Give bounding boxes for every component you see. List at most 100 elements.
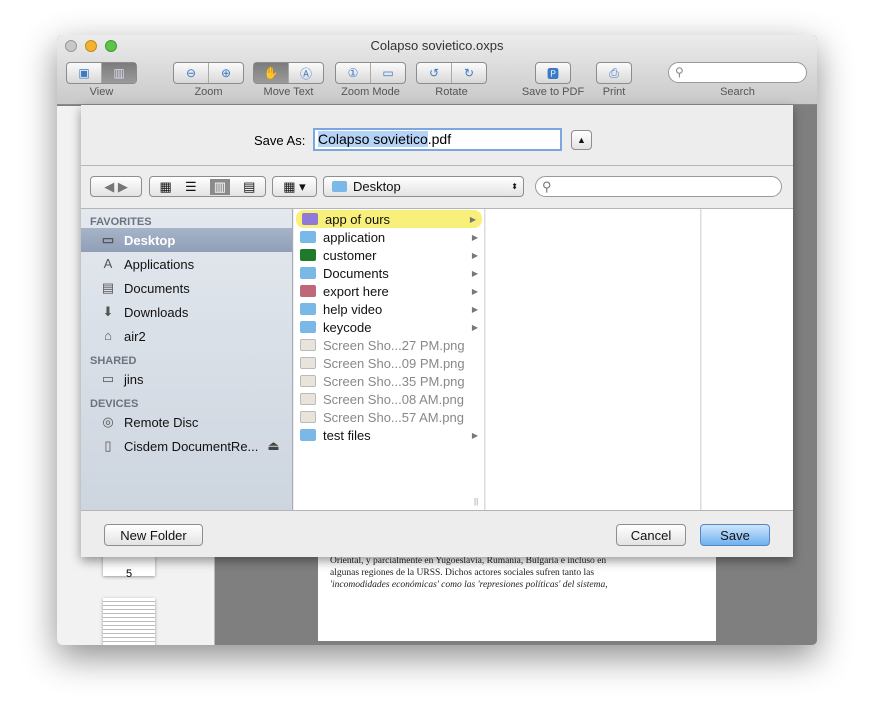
sidebar-item-documents[interactable]: ▤ Documents (81, 276, 292, 300)
fit-width-icon[interactable]: ▭ (371, 63, 405, 83)
file-list-item[interactable]: Screen Sho...27 PM.png (294, 336, 484, 354)
column-view-icon[interactable]: ▥ (209, 178, 231, 195)
folder-icon (300, 267, 316, 279)
back-forward-control[interactable]: ◀ ▶ (90, 176, 142, 197)
printer-icon: ⎙ (609, 65, 619, 80)
sidebar-item-air2[interactable]: ⌂ air2 (81, 324, 292, 348)
folder-icon (300, 249, 316, 261)
file-list-item[interactable]: export here ▶ (294, 282, 484, 300)
filename-input[interactable]: Colapso sovietico.pdf (313, 128, 562, 151)
sidebar-item-downloads[interactable]: ⬇ Downloads (81, 300, 292, 324)
view-label: View (89, 86, 114, 98)
coverflow-view-icon[interactable]: ▤ (243, 179, 255, 195)
file-list-item[interactable]: customer ▶ (294, 246, 484, 264)
folder-icon (300, 303, 316, 315)
sidebar-item-desktop[interactable]: ▭ Desktop (81, 228, 292, 252)
favorites-header: FAVORITES (90, 216, 152, 228)
column-resize-handle[interactable]: || (474, 497, 478, 506)
file-list-item[interactable]: help video ▶ (294, 300, 484, 318)
arrange-button[interactable]: ▦ ▾ (272, 176, 317, 197)
document-line: algunas regiones de la URSS. Dichos acto… (330, 568, 595, 578)
file-name: Screen Sho...27 PM.png (323, 337, 465, 353)
hand-icon[interactable]: ✋ (254, 63, 289, 83)
folder-icon (300, 285, 316, 297)
folder-icon (300, 429, 316, 441)
folder-icon (300, 321, 316, 333)
file-list-item[interactable]: Screen Sho...08 AM.png (294, 390, 484, 408)
view-group[interactable]: ▣ ▥ (66, 62, 137, 84)
new-folder-button[interactable]: New Folder (104, 524, 203, 546)
icon-view-icon[interactable]: ▦ (160, 179, 172, 195)
disclosure-arrow-icon: ▶ (469, 214, 476, 224)
print-button[interactable]: ⎙ (596, 62, 632, 84)
save-to-pdf-label: Save to PDF (521, 86, 585, 98)
view-mode-control[interactable]: ▦ ☰ ▥ ▤ (149, 176, 266, 197)
file-name: test files (323, 427, 371, 443)
disclosure-arrow-icon: ▶ (471, 232, 478, 242)
eject-icon[interactable]: ⏏ (267, 438, 279, 454)
zoom-out-icon[interactable]: ⊖ (174, 63, 209, 83)
forward-icon[interactable]: ▶ (118, 179, 128, 195)
cancel-button[interactable]: Cancel (616, 524, 686, 546)
dialog-sidebar: FAVORITES ▭ Desktop A Applications ▤ Docume… (81, 209, 293, 510)
move-text-group[interactable]: ✋ Ⓐ (253, 62, 324, 84)
sidebar-item-cisdem[interactable]: ▯ Cisdem DocumentRe... ⏏ (81, 434, 292, 458)
divider (81, 510, 793, 511)
image-file-icon (300, 339, 316, 351)
zoom-mode-label: Zoom Mode (341, 86, 400, 98)
filename-selected-text: Colapso sovietico (318, 131, 428, 147)
file-list-item[interactable]: test files ▶ (294, 426, 484, 444)
file-name: help video (323, 301, 383, 317)
toolbar-search-input[interactable]: ⚲ (668, 62, 807, 83)
sidebar-item-jins[interactable]: ▭ jins (81, 367, 292, 391)
sidebar-item-label: Remote Disc (124, 414, 199, 430)
location-select[interactable]: Desktop ⬍ (323, 176, 524, 197)
zoom-in-icon[interactable]: ⊕ (209, 63, 243, 83)
disclosure-arrow-icon: ▶ (471, 268, 478, 278)
rotate-group[interactable]: ↺ ↻ (416, 62, 487, 84)
file-name: app of ours (325, 211, 391, 227)
sidebar-item-remote-disc[interactable]: ◎ Remote Disc (81, 410, 292, 434)
image-file-icon (300, 357, 316, 369)
file-list-item[interactable]: keycode ▶ (294, 318, 484, 336)
sidebar-item-label: Cisdem DocumentRe... (124, 438, 259, 454)
dialog-search-input[interactable]: ⚲ (535, 176, 782, 197)
save-button[interactable]: Save (700, 524, 770, 546)
file-column: app of ours ▶ application ▶ customer ▶ Documen… (294, 209, 485, 510)
collapse-button[interactable]: ▲ (571, 130, 592, 150)
text-select-icon[interactable]: Ⓐ (289, 63, 323, 83)
file-name: Screen Sho...57 AM.png (323, 409, 464, 425)
updown-icon: ⬍ (511, 182, 518, 191)
save-to-pdf-button[interactable]: 🅿 (535, 62, 571, 84)
disclosure-arrow-icon: ▶ (471, 322, 478, 332)
desktop-icon: ▭ (101, 232, 115, 247)
devices-header: DEVICES (90, 398, 139, 410)
file-list-item[interactable]: app of ours ▶ (296, 210, 482, 228)
page-thumbnail[interactable] (103, 598, 155, 645)
sidebar-item-applications[interactable]: A Applications (81, 252, 292, 276)
actual-size-icon[interactable]: ① (336, 63, 371, 83)
sidebar-item-label: Downloads (124, 304, 189, 320)
file-list-item[interactable]: Documents ▶ (294, 264, 484, 282)
file-list-item[interactable]: Screen Sho...09 PM.png (294, 354, 484, 372)
file-list-item[interactable]: Screen Sho...35 PM.png (294, 372, 484, 390)
zoom-mode-group[interactable]: ① ▭ (335, 62, 406, 84)
list-view-icon[interactable]: ☰ (185, 179, 197, 195)
file-list-item[interactable]: Screen Sho...57 AM.png (294, 408, 484, 426)
thumbnail-view-icon[interactable]: ▣ (67, 63, 102, 83)
file-name: Documents (323, 265, 389, 281)
file-list-item[interactable]: application ▶ (294, 228, 484, 246)
documents-icon: ▤ (101, 280, 115, 295)
sidebar-item-label: air2 (124, 328, 146, 344)
image-file-icon (300, 375, 316, 387)
image-file-icon (300, 393, 316, 405)
file-name: export here (323, 283, 389, 299)
filename-extension: .pdf (427, 131, 452, 147)
rotate-right-icon[interactable]: ↻ (452, 63, 486, 83)
computer-icon: ▭ (101, 371, 115, 386)
rotate-left-icon[interactable]: ↺ (417, 63, 452, 83)
sidebar-view-icon[interactable]: ▥ (102, 63, 136, 83)
back-icon[interactable]: ◀ (104, 179, 114, 195)
downloads-icon: ⬇ (102, 304, 114, 319)
zoom-group[interactable]: ⊖ ⊕ (173, 62, 244, 84)
